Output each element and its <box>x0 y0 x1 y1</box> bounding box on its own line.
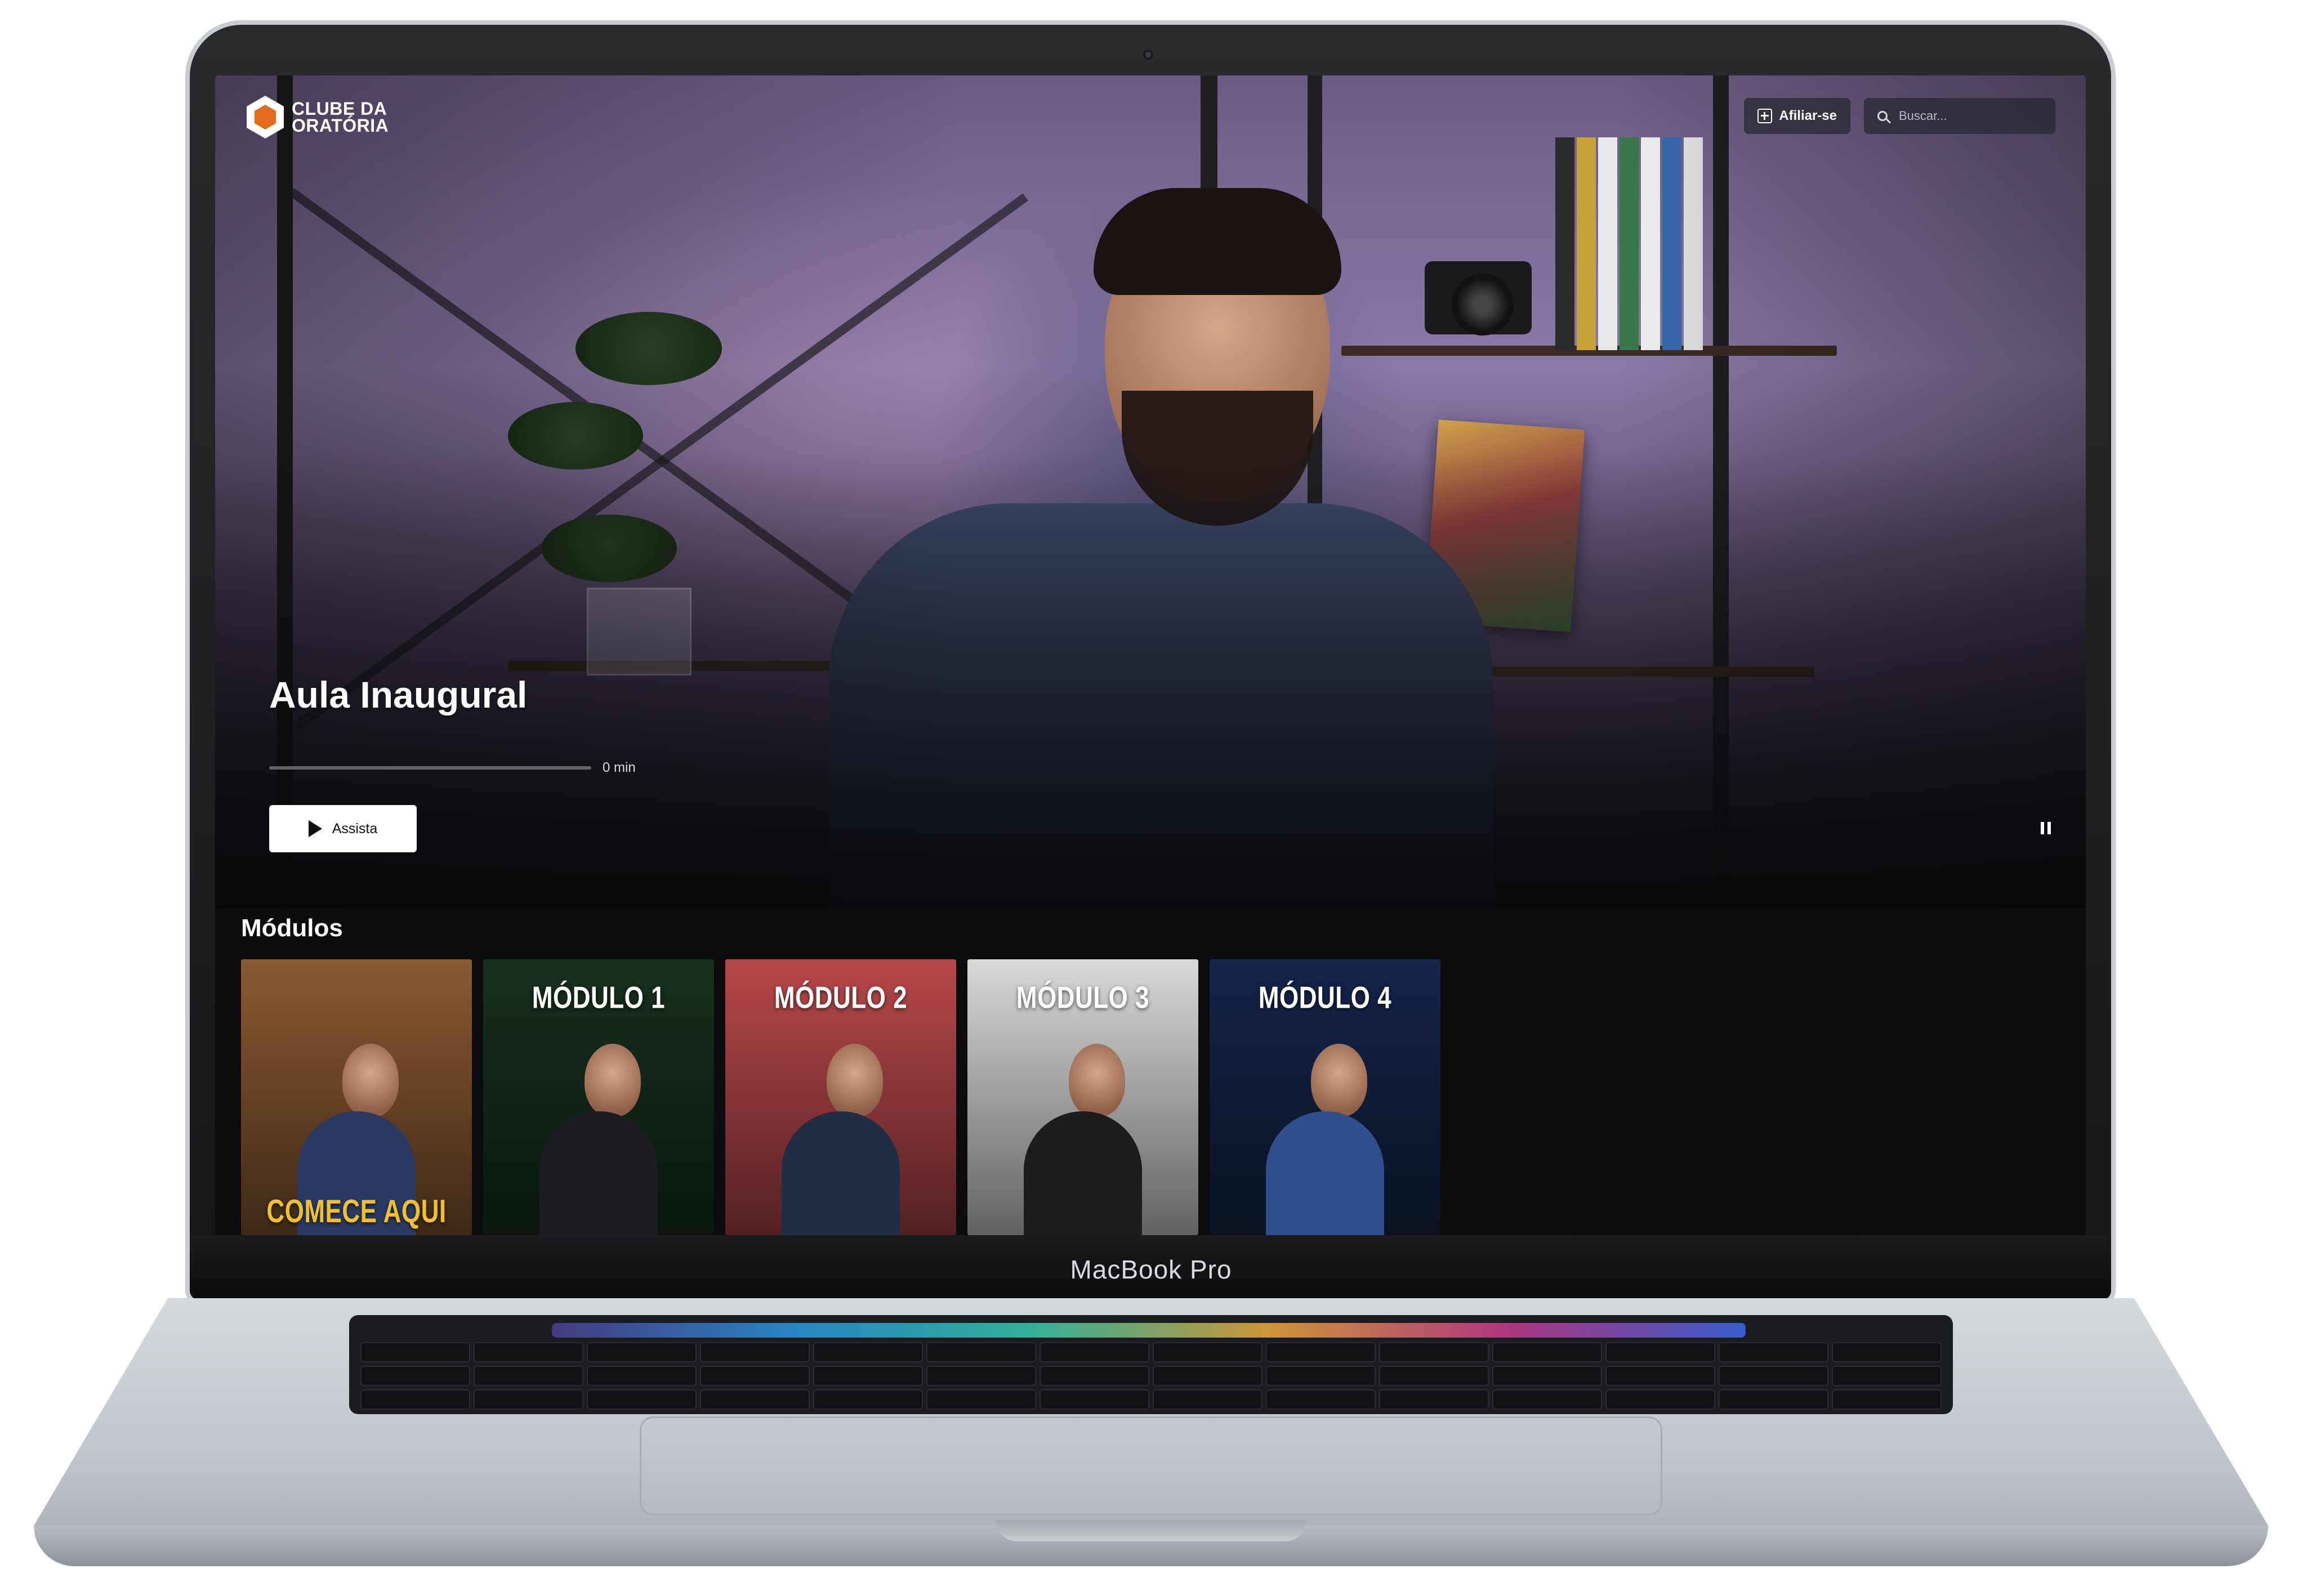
device-brand-label: MacBook Pro <box>1070 1255 1232 1284</box>
keyboard-key <box>1040 1389 1149 1410</box>
module-label: MÓDULO 4 <box>1258 980 1392 1015</box>
keyboard-key <box>587 1366 697 1386</box>
presenter-face <box>585 1044 641 1117</box>
module-card[interactable]: MÓDULO 2 <box>725 959 956 1235</box>
add-square-icon <box>1757 109 1773 123</box>
module-card[interactable]: MÓDULO 4 <box>1210 959 1440 1235</box>
hero-gradient-overlay <box>215 75 2086 909</box>
module-card[interactable]: MÓDULO 3 <box>967 959 1198 1235</box>
keyboard-key <box>1153 1366 1262 1386</box>
keyboard-key <box>700 1366 810 1386</box>
keyboard-key <box>1719 1342 1828 1362</box>
keyboard-key <box>700 1389 810 1410</box>
header-actions: Afiliar-se <box>1744 98 2055 134</box>
keyboard-key <box>1379 1342 1489 1362</box>
affiliate-button[interactable]: Afiliar-se <box>1744 98 1850 134</box>
keyboard-key <box>1040 1366 1149 1386</box>
presenter-face <box>1069 1044 1125 1117</box>
lesson-progress: 0 min <box>269 760 636 776</box>
hero-title: Aula Inaugural <box>269 674 528 716</box>
keyboard-key <box>1379 1389 1489 1410</box>
laptop-open-notch <box>996 1520 1306 1541</box>
keyboard-key <box>813 1366 923 1386</box>
presenter-face <box>827 1044 883 1117</box>
module-presenter <box>534 1044 663 1235</box>
brand-logo[interactable]: CLUBE DA ORATÓRIA <box>247 96 389 138</box>
presenter-face <box>1311 1044 1367 1117</box>
watch-button[interactable]: Assista <box>269 805 417 852</box>
keyboard-key <box>1719 1366 1828 1386</box>
logo-line-2: ORATÓRIA <box>292 115 389 136</box>
module-label: MÓDULO 3 <box>1016 980 1150 1015</box>
keyboard-key <box>1492 1342 1602 1362</box>
keyboard-key <box>1832 1389 1942 1410</box>
keyboard-key <box>926 1366 1036 1386</box>
progress-label: 0 min <box>603 760 636 775</box>
keyboard-key <box>1153 1342 1262 1362</box>
keyboard-key <box>813 1342 923 1362</box>
keyboard-keys <box>360 1342 1942 1410</box>
keyboard-key <box>1040 1342 1149 1362</box>
webcam-icon <box>1143 50 1153 60</box>
keyboard-key <box>926 1389 1036 1410</box>
keyboard-key <box>1719 1389 1828 1410</box>
presenter-suit <box>782 1111 900 1235</box>
presenter-suit <box>539 1111 658 1235</box>
module-card[interactable]: COMECE AQUI <box>241 959 472 1235</box>
keyboard-key <box>926 1342 1036 1362</box>
keyboard-key <box>587 1389 697 1410</box>
keyboard-key <box>700 1342 810 1362</box>
presenter-face <box>342 1044 399 1117</box>
touch-bar <box>552 1323 1746 1338</box>
keyboard-key <box>1492 1389 1602 1410</box>
keyboard-key <box>587 1342 697 1362</box>
trackpad <box>640 1416 1662 1515</box>
keyboard-key <box>1832 1342 1942 1362</box>
presenter-suit <box>1024 1111 1142 1235</box>
module-presenter <box>776 1044 905 1235</box>
presenter-suit <box>1266 1111 1384 1235</box>
affiliate-label: Afiliar-se <box>1779 108 1837 123</box>
keyboard-key <box>1605 1342 1715 1362</box>
keyboard-key <box>1266 1389 1376 1410</box>
keyboard-key <box>1605 1366 1715 1386</box>
keyboard-key <box>1153 1389 1262 1410</box>
progress-track <box>269 766 591 770</box>
screen: CLUBE DA ORATÓRIA Afiliar-se Aula Inaugu… <box>215 75 2086 1235</box>
keyboard-key <box>1832 1366 1942 1386</box>
modules-carousel: COMECE AQUI MÓDULO 1 MÓDULO 2 MÓDULO 3 MÓDUL… <box>241 959 1440 1235</box>
keyboard-key <box>360 1366 470 1386</box>
search-box[interactable] <box>1864 98 2055 134</box>
keyboard-key <box>1605 1389 1715 1410</box>
logo-icon <box>247 96 284 138</box>
keyboard-key <box>813 1389 923 1410</box>
logo-text: CLUBE DA ORATÓRIA <box>292 99 389 136</box>
logo-line-1: CLUBE DA <box>292 99 387 119</box>
search-input[interactable] <box>1898 108 2035 124</box>
keyboard-key <box>360 1342 470 1362</box>
keyboard-key <box>1266 1366 1376 1386</box>
module-presenter <box>1018 1044 1148 1235</box>
keyboard-key <box>1492 1366 1602 1386</box>
modules-heading: Módulos <box>241 914 343 942</box>
keyboard-key <box>474 1389 583 1410</box>
pause-icon[interactable] <box>2041 822 2051 834</box>
module-label: COMECE AQUI <box>266 1193 447 1230</box>
module-label: MÓDULO 2 <box>774 980 908 1015</box>
hero-banner: CLUBE DA ORATÓRIA Afiliar-se Aula Inaugu… <box>215 75 2086 909</box>
keyboard-key <box>474 1366 583 1386</box>
keyboard-key <box>1379 1366 1489 1386</box>
search-icon <box>1877 111 1888 121</box>
keyboard-key <box>1266 1342 1376 1362</box>
keyboard-key <box>360 1389 470 1410</box>
watch-label: Assista <box>332 820 378 837</box>
module-card[interactable]: MÓDULO 1 <box>483 959 714 1235</box>
play-icon <box>308 820 322 837</box>
module-presenter <box>1260 1044 1390 1235</box>
keyboard-key <box>474 1342 583 1362</box>
module-label: MÓDULO 1 <box>532 980 666 1015</box>
